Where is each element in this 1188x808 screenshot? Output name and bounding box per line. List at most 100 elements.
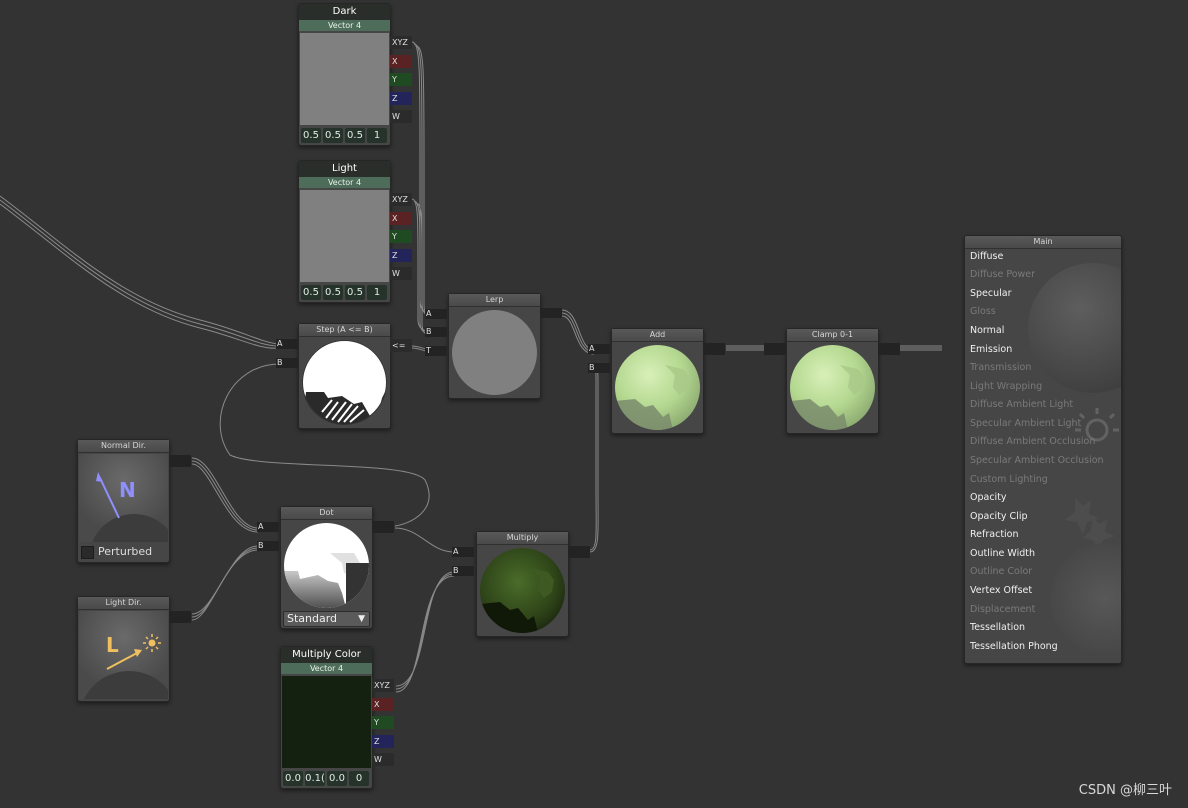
input-b: B <box>589 363 595 372</box>
main-input-specular: Specular <box>970 288 1012 299</box>
wire-dot-to-multiply-a <box>394 527 455 553</box>
node-light-dir[interactable]: Light Dir. L <box>77 596 170 702</box>
node-title: Add <box>612 329 703 342</box>
value-y[interactable]: 0.5 <box>323 285 343 300</box>
node-clamp[interactable]: Clamp 0-1 <box>786 328 879 434</box>
main-input-transmission: Transmission <box>970 362 1032 373</box>
perturbed-toggle[interactable]: Perturbed <box>81 545 152 559</box>
node-normal-dir[interactable]: Normal Dir. N Perturbed <box>77 439 170 563</box>
input-a: A <box>426 309 432 318</box>
wire-multiply-to-add-b <box>589 367 599 553</box>
node-preview <box>284 523 369 608</box>
node-multiply[interactable]: Multiply <box>476 531 569 637</box>
perturbed-checkbox[interactable] <box>81 545 94 559</box>
output-le[interactable]: <= <box>390 339 412 352</box>
output-w[interactable]: W <box>390 267 412 280</box>
output-plug[interactable] <box>568 546 590 558</box>
wire-color-to-multiply-b <box>395 571 455 693</box>
main-input-tessellation: Tessellation <box>970 622 1026 633</box>
input-a: A <box>258 522 264 531</box>
output-w[interactable]: W <box>390 110 412 123</box>
output-plug[interactable] <box>703 343 725 355</box>
node-step[interactable]: Step (A <= B) <box>298 323 391 429</box>
output-y[interactable]: Y <box>390 230 412 243</box>
output-z[interactable]: Z <box>372 735 394 748</box>
node-title: Multiply Color <box>281 647 372 663</box>
value-fields: 0.0 0.1( 0.0 0 <box>283 771 369 786</box>
value-z[interactable]: 0.5 <box>345 128 365 143</box>
main-input-diffuse-ambient-light: Diffuse Ambient Light <box>970 399 1074 410</box>
value-z[interactable]: 0.0 <box>327 771 347 786</box>
output-x[interactable]: X <box>372 698 394 711</box>
value-w[interactable]: 1 <box>367 285 387 300</box>
node-title: Light Dir. <box>78 597 169 610</box>
value-z[interactable]: 0.5 <box>345 285 365 300</box>
node-title: Dark <box>299 4 390 20</box>
output-y[interactable]: Y <box>390 73 412 86</box>
main-input-normal: Normal <box>970 325 1005 336</box>
node-title: Multiply <box>477 532 568 545</box>
node-dark[interactable]: Dark Vector 4 0.5 0.5 0.5 1 <box>298 3 391 146</box>
output-xyz[interactable]: XYZ <box>390 36 412 49</box>
output-z[interactable]: Z <box>390 92 412 105</box>
input-a: A <box>589 344 595 353</box>
wire-normal-to-dot-a <box>191 457 259 533</box>
node-add[interactable]: Add <box>611 328 704 434</box>
output-xyz[interactable]: XYZ <box>372 679 394 692</box>
main-input-gloss: Gloss <box>970 306 996 317</box>
output-plug[interactable] <box>169 611 191 623</box>
light-glyph: L <box>106 633 119 657</box>
chevron-down-icon: ▼ <box>358 614 365 624</box>
node-subtitle: Vector 4 <box>281 663 372 674</box>
value-w[interactable]: 0 <box>349 771 369 786</box>
value-fields: 0.5 0.5 0.5 1 <box>301 128 387 143</box>
value-w[interactable]: 1 <box>367 128 387 143</box>
value-y[interactable]: 0.1( <box>305 771 325 786</box>
input-a: A <box>277 339 283 348</box>
main-input-tessellation-phong: Tessellation Phong <box>970 641 1058 652</box>
wire-dark-to-lerp-a <box>411 41 435 319</box>
value-x[interactable]: 0.5 <box>301 128 321 143</box>
output-plug[interactable] <box>540 308 562 318</box>
output-plug[interactable] <box>169 455 191 467</box>
value-x[interactable]: 0.5 <box>301 285 321 300</box>
main-input-vertex-offset: Vertex Offset <box>970 585 1033 596</box>
output-xyz[interactable]: XYZ <box>390 193 412 206</box>
color-swatch <box>282 676 371 768</box>
node-title: Clamp 0-1 <box>787 329 878 342</box>
output-w[interactable]: W <box>372 753 394 766</box>
node-title: Normal Dir. <box>78 440 169 453</box>
watermark: CSDN @柳三叶 <box>1078 783 1172 798</box>
node-light[interactable]: Light Vector 4 0.5 0.5 0.5 1 <box>298 160 391 303</box>
dot-mode-dropdown[interactable]: Standard ▼ <box>283 611 370 627</box>
main-input-light-wrapping: Light Wrapping <box>970 381 1043 392</box>
dot-mode-value: Standard <box>287 612 338 625</box>
node-title: Lerp <box>449 294 540 307</box>
node-dot[interactable]: Dot Standard ▼ <box>280 506 373 629</box>
main-input-outline-width: Outline Width <box>970 548 1035 559</box>
output-x[interactable]: X <box>390 55 412 68</box>
node-title: Step (A <= B) <box>299 324 390 337</box>
node-multiply-color[interactable]: Multiply Color Vector 4 0.0 0.1( 0.0 0 <box>280 646 373 789</box>
wire-clamp-to-emission <box>900 345 942 351</box>
node-lerp[interactable]: Lerp <box>448 293 541 399</box>
node-title: Light <box>299 161 390 177</box>
main-input-opacity: Opacity <box>970 492 1007 503</box>
input-plug[interactable] <box>764 343 786 355</box>
output-plug[interactable] <box>372 521 394 533</box>
output-plug[interactable] <box>878 343 900 355</box>
main-input-diffuse-power: Diffuse Power <box>970 269 1036 280</box>
output-y[interactable]: Y <box>372 716 394 729</box>
node-main[interactable]: Main Diffuse Diffuse Power Specular Glos… <box>964 235 1122 664</box>
value-fields: 0.5 0.5 0.5 1 <box>301 285 387 300</box>
color-swatch <box>300 190 389 282</box>
input-b: B <box>453 566 459 575</box>
output-x[interactable]: X <box>390 212 412 225</box>
perturbed-label: Perturbed <box>98 545 153 558</box>
node-subtitle: Vector 4 <box>299 177 390 188</box>
output-z[interactable]: Z <box>390 249 412 262</box>
node-preview <box>615 345 700 430</box>
value-y[interactable]: 0.5 <box>323 128 343 143</box>
value-x[interactable]: 0.0 <box>283 771 303 786</box>
node-preview <box>790 345 875 430</box>
